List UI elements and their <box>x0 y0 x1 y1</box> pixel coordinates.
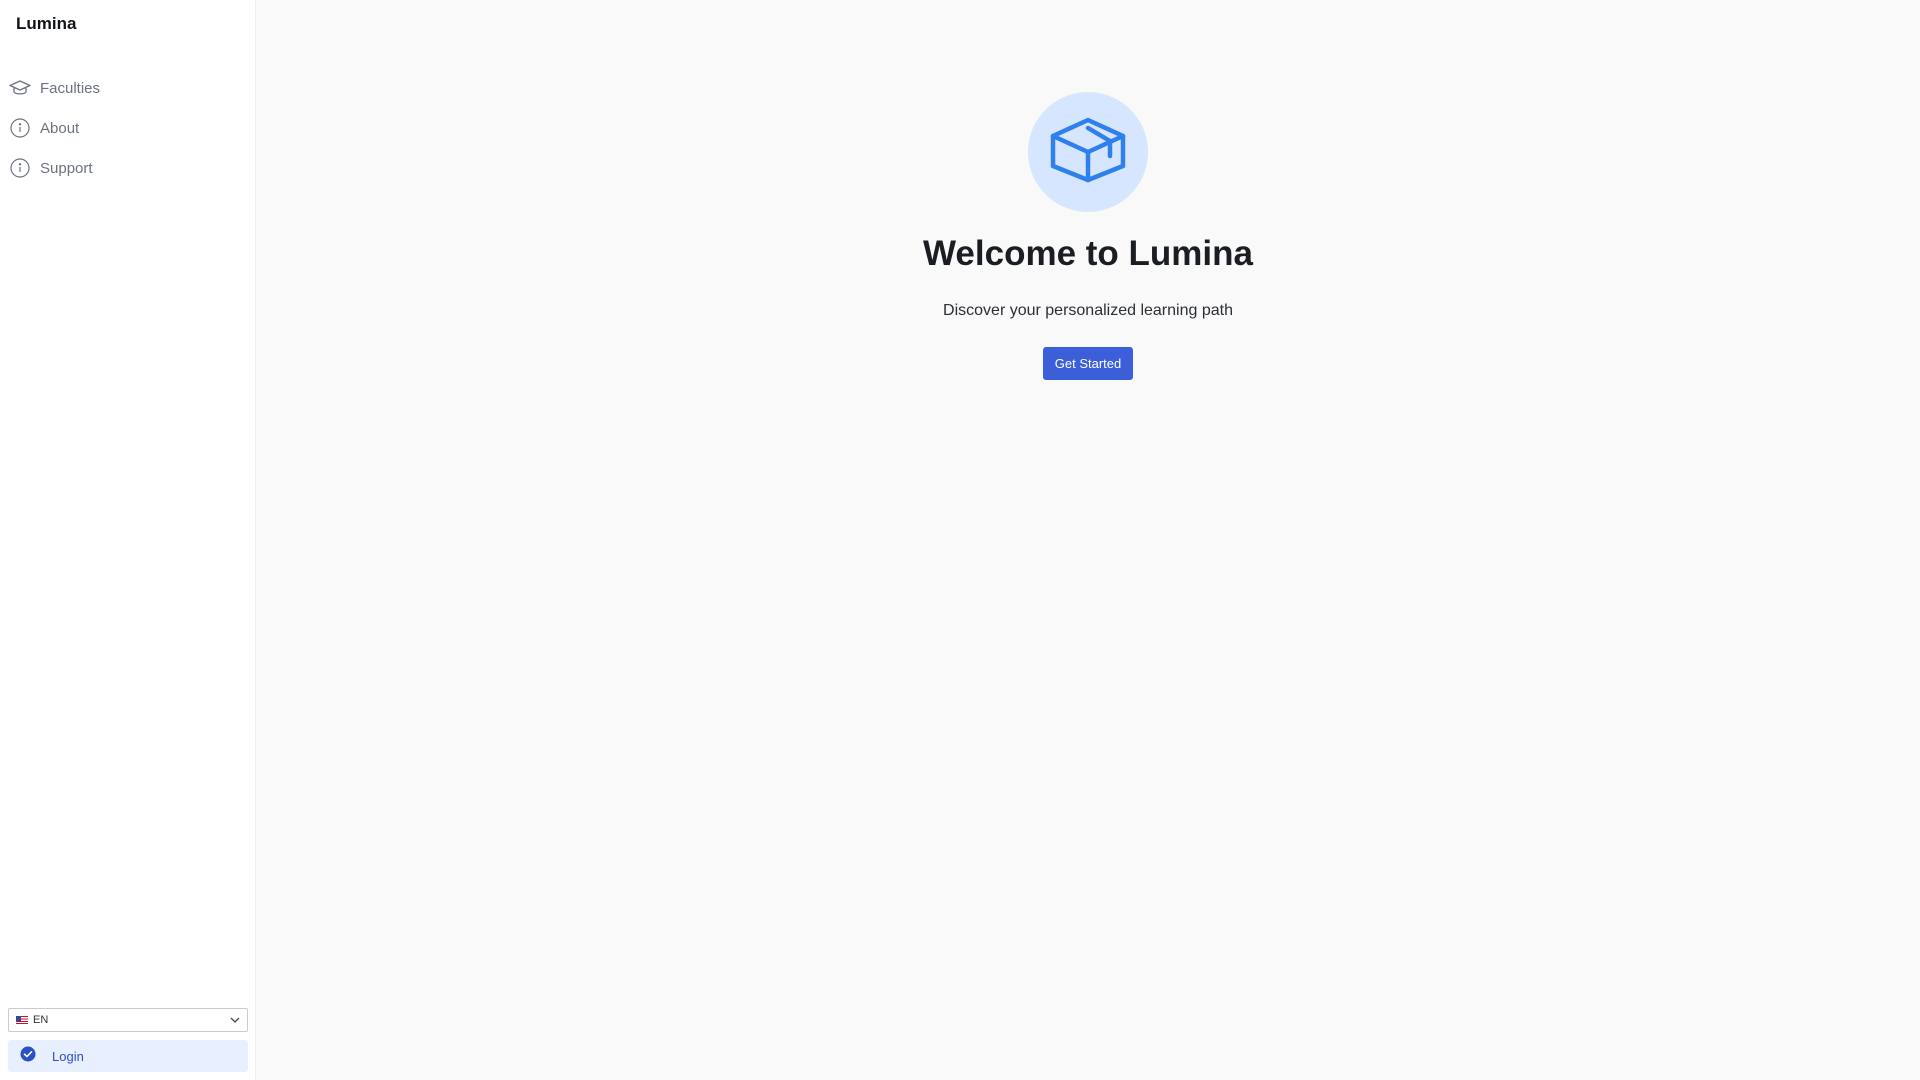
language-select[interactable]: EN <box>8 1008 248 1032</box>
graduation-cap-icon <box>9 77 31 99</box>
sidebar-item-label: About <box>40 119 80 137</box>
info-circle-icon <box>9 157 31 179</box>
sidebar-item-support[interactable]: Support <box>0 148 256 188</box>
sidebar-item-faculties[interactable]: Faculties <box>0 68 256 108</box>
info-circle-icon <box>9 117 31 139</box>
sidebar-nav: Faculties About Support <box>0 68 256 188</box>
hero-badge <box>1028 92 1148 212</box>
sidebar-item-label: Faculties <box>40 79 101 97</box>
language-value: EN <box>33 1014 49 1026</box>
page-subtitle: Discover your personalized learning path <box>943 302 1233 319</box>
sidebar: Lumina Faculties About Support EN Login <box>0 0 256 1080</box>
brand-logo[interactable]: Lumina <box>16 14 76 34</box>
login-label: Login <box>52 1048 84 1064</box>
get-started-button[interactable]: Get Started <box>1043 347 1133 380</box>
graduation-cap-icon <box>1050 116 1126 189</box>
chevron-down-icon <box>229 1014 241 1029</box>
us-flag-icon <box>16 1016 28 1024</box>
main-content: Welcome to Lumina Discover your personal… <box>257 0 1920 1080</box>
sidebar-item-about[interactable]: About <box>0 108 256 148</box>
check-circle-icon <box>20 1046 36 1067</box>
login-button[interactable]: Login <box>8 1040 248 1072</box>
sidebar-item-label: Support <box>40 159 93 177</box>
page-title: Welcome to Lumina <box>923 234 1253 273</box>
